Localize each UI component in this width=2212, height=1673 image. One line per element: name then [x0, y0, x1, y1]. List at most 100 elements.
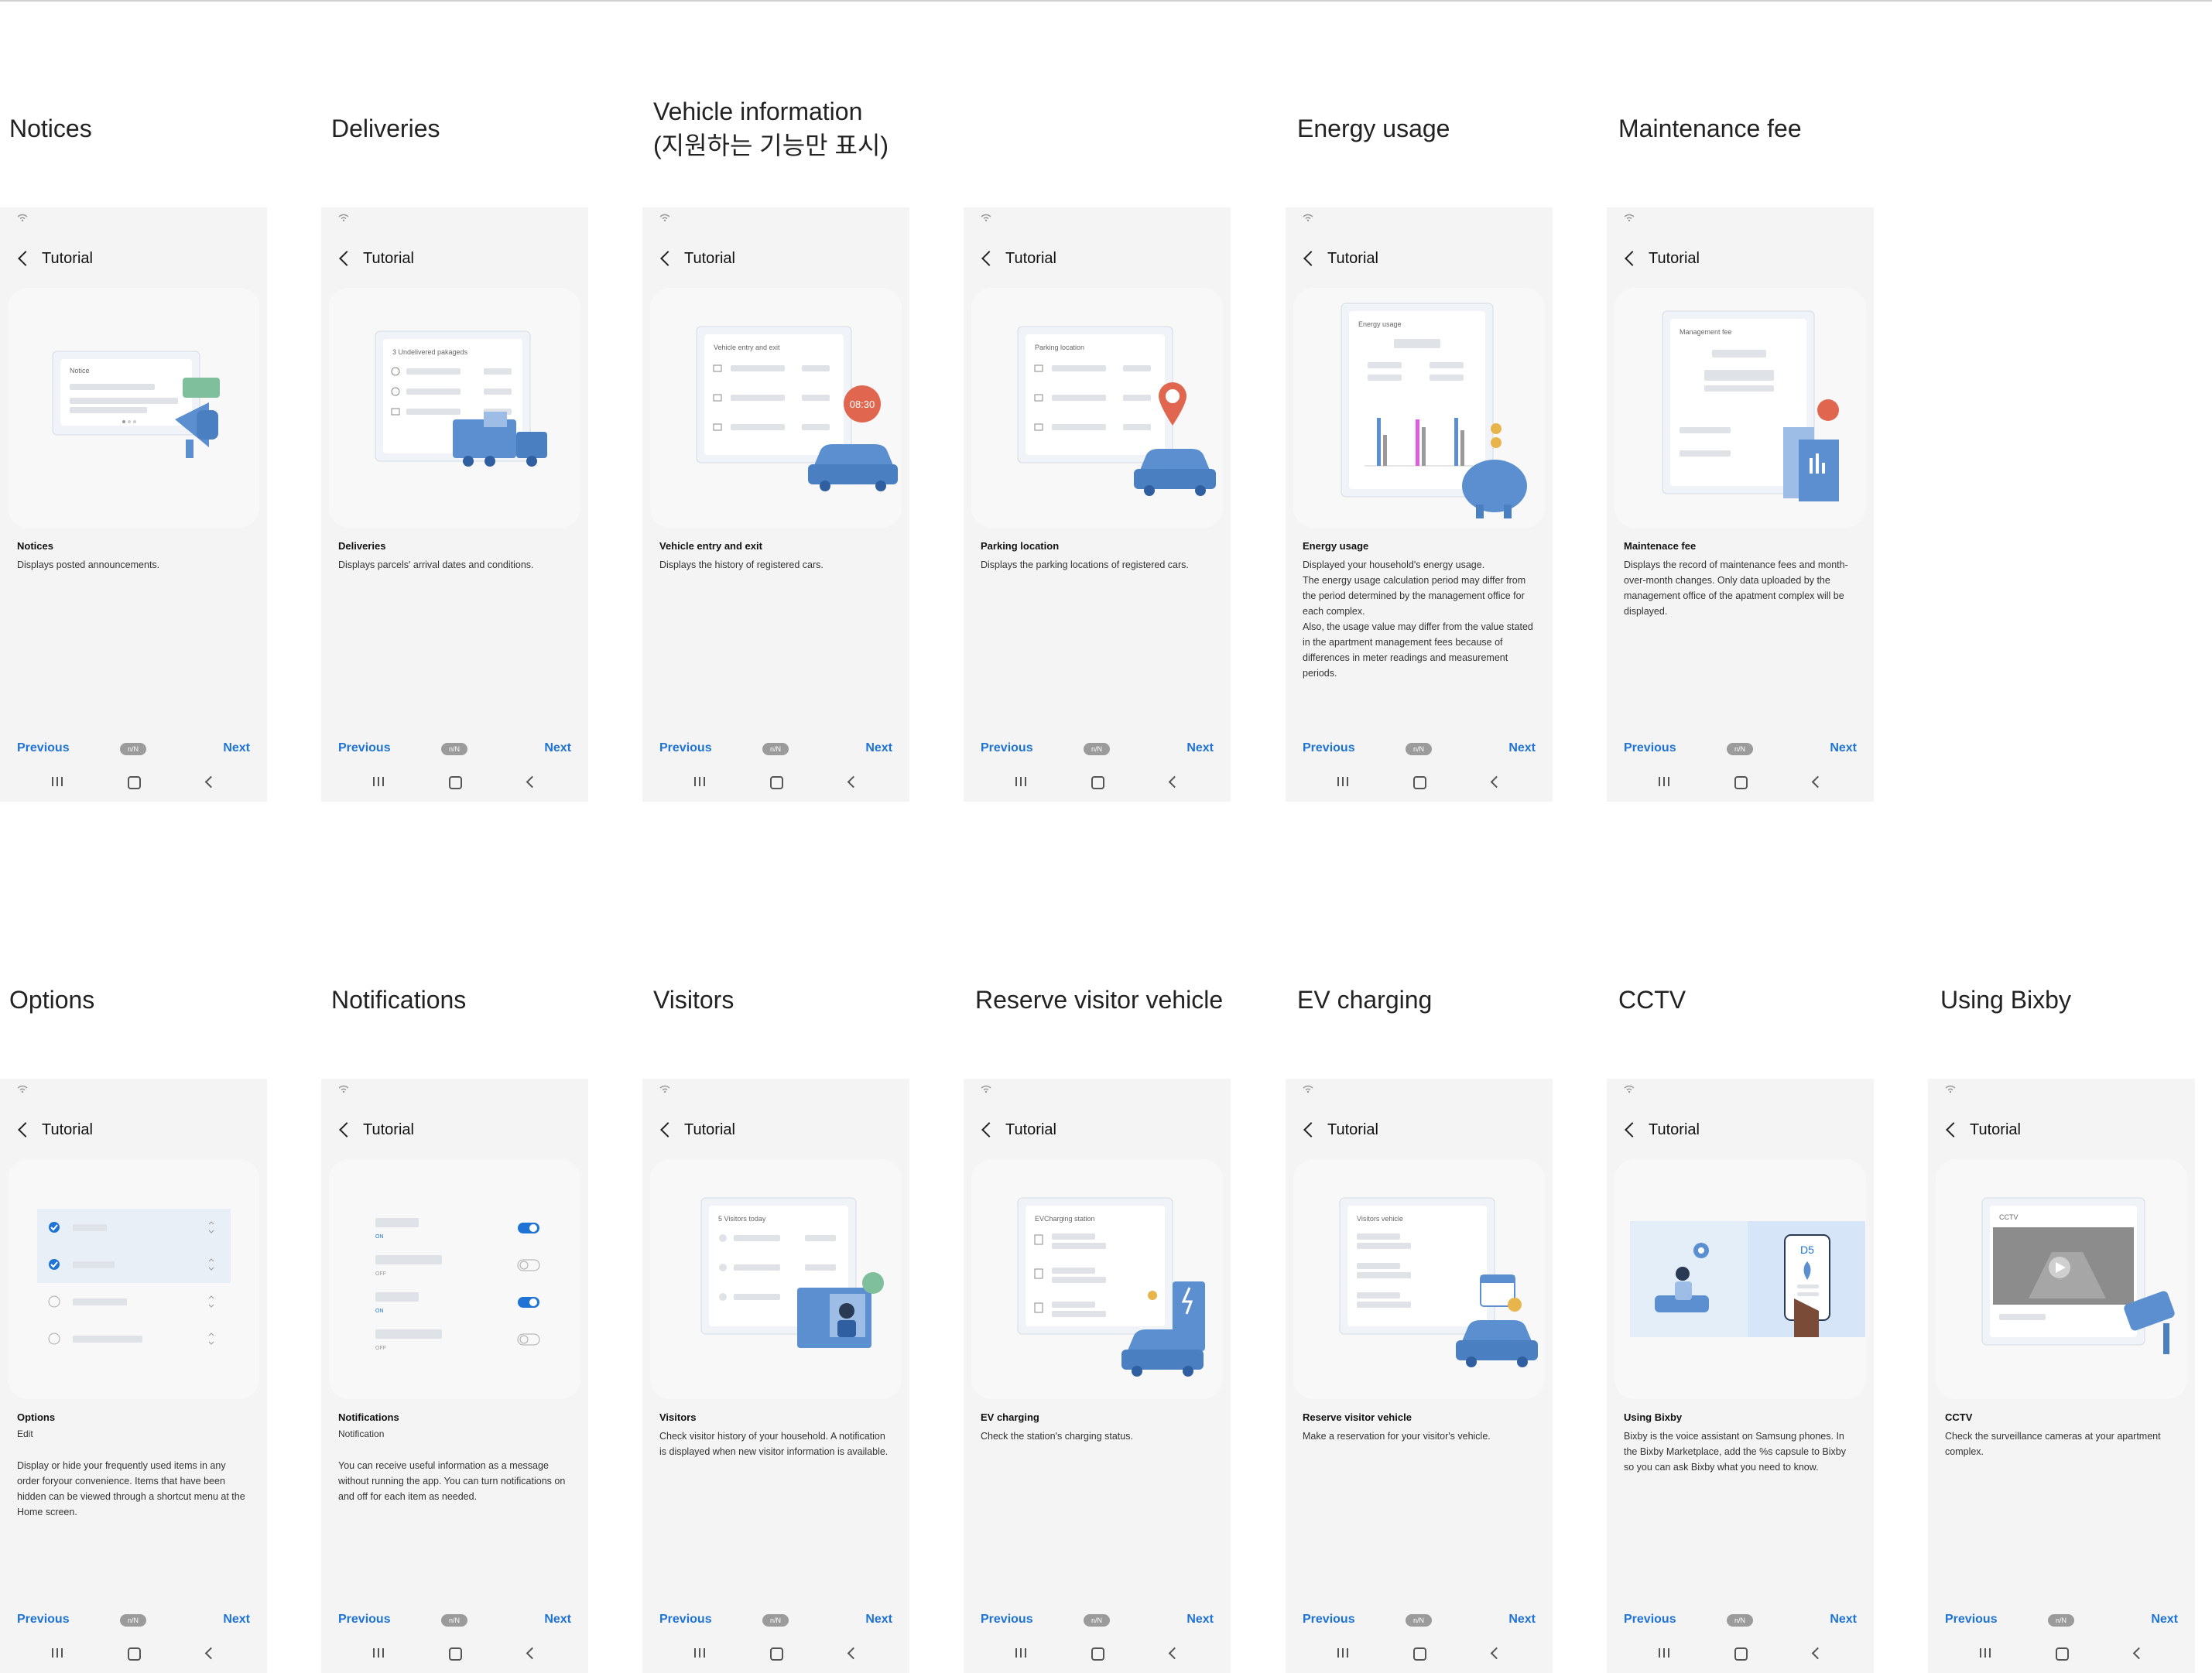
- next-button[interactable]: Next: [223, 741, 250, 755]
- next-button[interactable]: Next: [544, 741, 571, 755]
- home-icon[interactable]: [770, 776, 783, 789]
- nav-back-icon[interactable]: [847, 1647, 860, 1660]
- card-title: CCTV: [1945, 1411, 1973, 1423]
- home-icon[interactable]: [1734, 776, 1748, 789]
- card-description: Displays the history of registered cars.: [659, 559, 824, 570]
- back-arrow-icon[interactable]: [1625, 1122, 1640, 1138]
- system-nav-bar: [642, 1644, 909, 1662]
- back-arrow-icon[interactable]: [339, 251, 354, 266]
- home-icon[interactable]: [449, 776, 462, 789]
- parking-pin-illustration: Parking location: [1017, 326, 1216, 496]
- header: Tutorial: [17, 248, 93, 269]
- previous-button[interactable]: Previous: [1303, 1613, 1355, 1627]
- next-button[interactable]: Next: [1186, 1613, 1214, 1627]
- previous-button[interactable]: Previous: [17, 1613, 70, 1627]
- illustration-card: Notice: [8, 288, 259, 528]
- back-arrow-icon[interactable]: [1625, 251, 1640, 266]
- nav-back-icon[interactable]: [204, 1647, 217, 1660]
- home-icon[interactable]: [1413, 776, 1426, 789]
- previous-button[interactable]: Previous: [659, 1613, 712, 1627]
- recent-apps-icon[interactable]: [1015, 777, 1026, 786]
- card-description: Check the station's charging status.: [981, 1431, 1133, 1442]
- nav-back-icon[interactable]: [1168, 775, 1181, 789]
- recent-apps-icon[interactable]: [694, 777, 705, 786]
- car-clock-illustration: Vehicle entry and exit 08:30: [696, 326, 898, 491]
- next-button[interactable]: Next: [1186, 741, 1214, 755]
- home-icon[interactable]: [1413, 1647, 1426, 1661]
- next-button[interactable]: Next: [544, 1613, 571, 1627]
- back-arrow-icon[interactable]: [1303, 1122, 1319, 1138]
- nav-back-icon[interactable]: [1168, 1647, 1181, 1660]
- previous-button[interactable]: Previous: [338, 741, 391, 755]
- wifi-icon: [17, 1085, 28, 1093]
- home-icon[interactable]: [128, 1647, 141, 1661]
- recent-apps-icon[interactable]: [1659, 777, 1669, 786]
- nav-back-icon[interactable]: [1811, 1647, 1824, 1660]
- card-subtitle: Notification: [338, 1428, 385, 1439]
- header: Tutorial: [981, 1119, 1056, 1141]
- next-button[interactable]: Next: [223, 1613, 250, 1627]
- back-arrow-icon[interactable]: [18, 1122, 33, 1138]
- back-arrow-icon[interactable]: [1303, 251, 1319, 266]
- building-invoice-illustration: Management fee: [1662, 310, 1839, 501]
- nav-back-icon[interactable]: [526, 1647, 539, 1660]
- back-arrow-icon[interactable]: [660, 1122, 676, 1138]
- home-icon[interactable]: [449, 1647, 462, 1661]
- recent-apps-icon[interactable]: [373, 1648, 384, 1658]
- screen-notifications: Tutorial ON OFF ON OFF Notifications Not…: [321, 1079, 588, 1673]
- back-arrow-icon[interactable]: [981, 1122, 997, 1138]
- recent-apps-icon[interactable]: [1659, 1648, 1669, 1658]
- previous-button[interactable]: Previous: [659, 741, 712, 755]
- section-title-visitors: Visitors: [653, 986, 734, 1014]
- recent-apps-icon[interactable]: [1337, 1648, 1348, 1658]
- previous-button[interactable]: Previous: [1624, 1613, 1676, 1627]
- nav-back-icon[interactable]: [1490, 1647, 1503, 1660]
- home-icon[interactable]: [1734, 1647, 1748, 1661]
- nav-back-icon[interactable]: [1811, 775, 1824, 789]
- recent-apps-icon[interactable]: [694, 1648, 705, 1658]
- next-button[interactable]: Next: [1830, 741, 1857, 755]
- back-arrow-icon[interactable]: [660, 251, 676, 266]
- home-icon[interactable]: [1091, 776, 1104, 789]
- previous-button[interactable]: Previous: [1624, 741, 1676, 755]
- nav-back-icon[interactable]: [2132, 1647, 2145, 1660]
- previous-button[interactable]: Previous: [981, 1613, 1033, 1627]
- nav-back-icon[interactable]: [1490, 775, 1503, 789]
- home-icon[interactable]: [128, 776, 141, 789]
- recent-apps-icon[interactable]: [1337, 777, 1348, 786]
- back-arrow-icon[interactable]: [1946, 1122, 1961, 1138]
- recent-apps-icon[interactable]: [1015, 1648, 1026, 1658]
- back-arrow-icon[interactable]: [339, 1122, 354, 1138]
- nav-back-icon[interactable]: [847, 775, 860, 789]
- previous-button[interactable]: Previous: [338, 1613, 391, 1627]
- screen-visitors: Tutorial 5 Visitors today Visitors Check…: [642, 1079, 909, 1673]
- back-arrow-icon[interactable]: [981, 251, 997, 266]
- recent-apps-icon[interactable]: [373, 777, 384, 786]
- nav-back-icon[interactable]: [526, 775, 539, 789]
- back-arrow-icon[interactable]: [18, 251, 33, 266]
- previous-button[interactable]: Previous: [1303, 741, 1355, 755]
- previous-button[interactable]: Previous: [981, 741, 1033, 755]
- previous-button[interactable]: Previous: [1945, 1613, 1998, 1627]
- recent-apps-icon[interactable]: [52, 1648, 63, 1658]
- top-divider: [0, 0, 2212, 2]
- toggles-illustration: ON OFF ON OFF: [375, 1218, 540, 1351]
- next-button[interactable]: Next: [1830, 1613, 1857, 1627]
- next-button[interactable]: Next: [2151, 1613, 2178, 1627]
- recent-apps-icon[interactable]: [52, 777, 63, 786]
- recent-apps-icon[interactable]: [1980, 1648, 1991, 1658]
- header: Tutorial: [659, 1119, 735, 1141]
- next-button[interactable]: Next: [865, 1613, 892, 1627]
- home-icon[interactable]: [2056, 1647, 2069, 1661]
- section-title-notifications: Notifications: [331, 986, 467, 1014]
- next-button[interactable]: Next: [1508, 741, 1536, 755]
- next-button[interactable]: Next: [865, 741, 892, 755]
- home-icon[interactable]: [770, 1647, 783, 1661]
- screen-reserve-visitor-vehicle: Tutorial Visitors vehicle Reserve visito…: [1286, 1079, 1553, 1673]
- next-button[interactable]: Next: [1508, 1613, 1536, 1627]
- nav-back-icon[interactable]: [204, 775, 217, 789]
- card-title: Energy usage: [1303, 540, 1369, 552]
- previous-button[interactable]: Previous: [17, 741, 70, 755]
- home-icon[interactable]: [1091, 1647, 1104, 1661]
- system-nav-bar: [1607, 1644, 1874, 1662]
